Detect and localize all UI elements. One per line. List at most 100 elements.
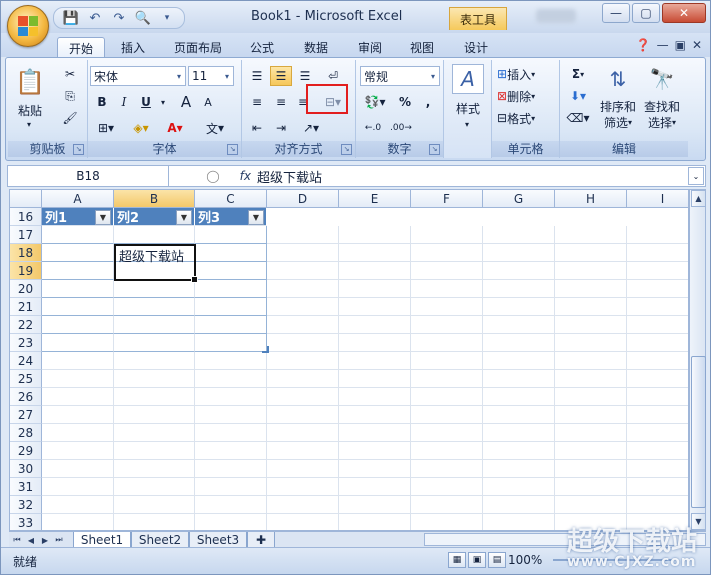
row-header[interactable]: 21: [10, 298, 42, 316]
font-size-combo[interactable]: 11 ▾: [188, 66, 234, 86]
grid-cell[interactable]: [114, 280, 195, 298]
filter-dropdown-icon[interactable]: ▼: [95, 210, 111, 225]
help-icon[interactable]: ❓: [636, 38, 651, 52]
tab-review[interactable]: 审阅: [347, 37, 393, 57]
row-header[interactable]: 18: [10, 244, 42, 262]
grid-cell[interactable]: [339, 424, 411, 442]
grid-cell[interactable]: [627, 406, 688, 424]
grid-cell[interactable]: [555, 478, 627, 496]
sheet-tab-1[interactable]: Sheet1: [73, 532, 131, 548]
customize-qat-icon[interactable]: ▾: [156, 9, 178, 27]
grid-cell[interactable]: [42, 388, 114, 406]
grid-cell[interactable]: [339, 334, 411, 352]
grid-cell[interactable]: [267, 316, 339, 334]
grid-cell[interactable]: [339, 496, 411, 514]
grid-cell[interactable]: [483, 514, 555, 530]
number-format-dropdown-icon[interactable]: ▾: [427, 67, 439, 85]
grid-cell[interactable]: [483, 262, 555, 280]
grid-cell[interactable]: [483, 496, 555, 514]
sheet-tab-3[interactable]: Sheet3: [189, 532, 247, 548]
grid-cell[interactable]: [555, 424, 627, 442]
tab-page-layout[interactable]: 页面布局: [165, 37, 231, 57]
grid-cell[interactable]: [42, 244, 114, 262]
redo-icon[interactable]: ↷: [108, 9, 130, 27]
grid-cell[interactable]: [411, 352, 483, 370]
row-header[interactable]: 17: [10, 226, 42, 244]
grid-cell[interactable]: [114, 316, 195, 334]
grid-cell[interactable]: [42, 298, 114, 316]
row-header[interactable]: 20: [10, 280, 42, 298]
grid-cell[interactable]: [411, 496, 483, 514]
grid-cell[interactable]: [555, 406, 627, 424]
sheet-tab-2[interactable]: Sheet2: [131, 532, 189, 548]
row-header[interactable]: 33: [10, 514, 42, 530]
grid-cell[interactable]: [339, 280, 411, 298]
italic-button[interactable]: I: [114, 92, 134, 112]
grid-cell[interactable]: [627, 280, 688, 298]
filter-dropdown-icon[interactable]: ▼: [176, 210, 192, 225]
grid-cell[interactable]: [195, 514, 267, 530]
orientation-icon[interactable]: ↗▾: [296, 118, 326, 138]
grid-cell[interactable]: [42, 424, 114, 442]
grid-cell[interactable]: [483, 316, 555, 334]
grid-cell[interactable]: [339, 298, 411, 316]
grid-cell[interactable]: [267, 496, 339, 514]
grid-cell[interactable]: [42, 406, 114, 424]
tab-formulas[interactable]: 公式: [239, 37, 285, 57]
sort-filter-icon[interactable]: ⇅: [600, 64, 636, 94]
grid-cell[interactable]: [195, 226, 267, 244]
grid-cell[interactable]: [483, 280, 555, 298]
first-sheet-icon[interactable]: ⏮: [11, 534, 23, 546]
grid-cell[interactable]: [42, 280, 114, 298]
grid-cell[interactable]: [483, 424, 555, 442]
grow-font-button[interactable]: A: [176, 92, 196, 112]
column-header-f[interactable]: F: [411, 190, 483, 208]
underline-button[interactable]: U: [136, 92, 156, 112]
vertical-scrollbar[interactable]: ▲ ▼: [689, 189, 706, 531]
grid-cell[interactable]: [267, 226, 339, 244]
grid-cell[interactable]: [483, 388, 555, 406]
grid-cell[interactable]: [339, 460, 411, 478]
font-launcher-icon[interactable]: ↘: [227, 144, 238, 155]
grid-cell[interactable]: [339, 478, 411, 496]
grid-cell[interactable]: [114, 460, 195, 478]
shrink-font-button[interactable]: A: [198, 92, 218, 112]
normal-view-icon[interactable]: ▦: [448, 552, 466, 568]
grid-cell[interactable]: [195, 280, 267, 298]
grid-cell[interactable]: [114, 226, 195, 244]
grid-cell[interactable]: [411, 316, 483, 334]
column-header-e[interactable]: E: [339, 190, 411, 208]
grid-cell[interactable]: [114, 514, 195, 530]
row-header[interactable]: 29: [10, 442, 42, 460]
grid-cell[interactable]: [483, 334, 555, 352]
grid-cell[interactable]: [195, 388, 267, 406]
undo-icon[interactable]: ↶: [84, 9, 106, 27]
font-name-dropdown-icon[interactable]: ▾: [173, 67, 185, 85]
grid-cell[interactable]: [483, 226, 555, 244]
bold-button[interactable]: B: [92, 92, 112, 112]
grid-cell[interactable]: [339, 370, 411, 388]
grid-cell[interactable]: [339, 226, 411, 244]
find-select-label[interactable]: 查找和: [640, 98, 684, 114]
grid-cell[interactable]: [483, 298, 555, 316]
grid-cell[interactable]: [267, 244, 339, 262]
grid-cell[interactable]: [195, 424, 267, 442]
grid-cell[interactable]: [42, 352, 114, 370]
grid-cell[interactable]: [627, 478, 688, 496]
grid-cell[interactable]: [555, 352, 627, 370]
percent-button[interactable]: %: [394, 92, 416, 112]
grid-cell[interactable]: [555, 280, 627, 298]
scroll-up-icon[interactable]: ▲: [691, 190, 706, 207]
sort-filter-label[interactable]: 排序和: [596, 98, 640, 114]
grid-cell[interactable]: [114, 352, 195, 370]
grid-cell[interactable]: [555, 316, 627, 334]
table-header-col3[interactable]: 列3 ▼: [195, 208, 267, 226]
grid-cell[interactable]: [555, 244, 627, 262]
grid-cell[interactable]: [411, 280, 483, 298]
grid-cell[interactable]: [114, 496, 195, 514]
grid-cell[interactable]: [483, 244, 555, 262]
middle-align-icon[interactable]: ☰: [270, 66, 292, 86]
grid-cell[interactable]: [267, 460, 339, 478]
row-header[interactable]: 32: [10, 496, 42, 514]
vertical-scroll-thumb[interactable]: [691, 356, 706, 508]
